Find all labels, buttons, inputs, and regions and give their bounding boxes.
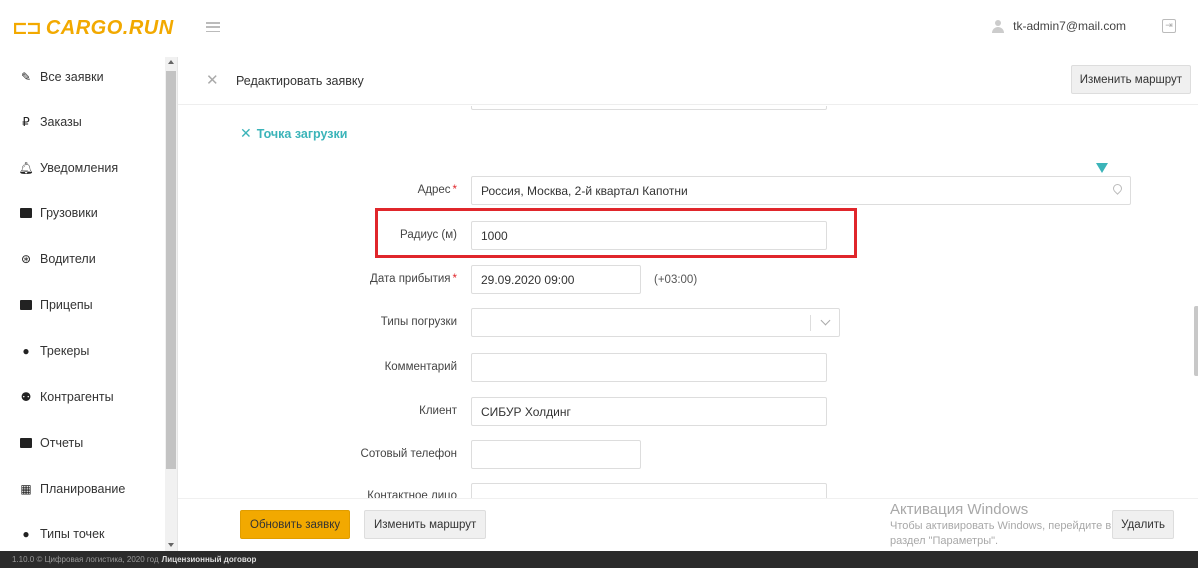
sidebar-item-all-requests[interactable]: ✎ Все заявки bbox=[18, 67, 104, 87]
edit-request-panel: ✕ Редактировать заявку Изменить маршрут … bbox=[177, 57, 1198, 551]
loading-point-section-toggle[interactable]: ✕ Точка загрузки bbox=[240, 125, 347, 142]
select-separator bbox=[810, 315, 811, 331]
arrival-date-input[interactable]: 29.09.2020 09:00 bbox=[471, 265, 641, 294]
user-email: tk-admin7@mail.com bbox=[1013, 19, 1126, 33]
sidebar-item-label: Грузовики bbox=[40, 206, 98, 220]
cargo-run-logo[interactable]: ⊏⊐ CARGO.RUN bbox=[12, 16, 174, 40]
steering-wheel-icon: ⊛ bbox=[20, 252, 32, 266]
sidebar-item-reports[interactable]: Отчеты bbox=[18, 433, 83, 453]
mobile-phone-label: Сотовый телефон bbox=[360, 448, 457, 460]
required-asterisk: * bbox=[452, 184, 457, 196]
panel-footer: Обновить заявку Изменить маршрут Активац… bbox=[178, 498, 1198, 551]
client-input[interactable]: СИБУР Холдинг bbox=[471, 397, 827, 426]
arrival-date-value: 29.09.2020 09:00 bbox=[481, 272, 575, 287]
load-types-select[interactable] bbox=[471, 308, 840, 337]
delete-button[interactable]: Удалить bbox=[1112, 510, 1174, 539]
calendar-icon: ▦ bbox=[20, 482, 32, 496]
top-header: ⊏⊐ CARGO.RUN tk-admin7@mail.com ⇥ bbox=[0, 0, 1198, 57]
sidebar-item-label: Все заявки bbox=[40, 70, 104, 84]
sidebar-item-planning[interactable]: ▦ Планирование bbox=[18, 479, 125, 499]
close-icon[interactable]: ✕ bbox=[206, 73, 219, 88]
timezone-offset: (+03:00) bbox=[654, 273, 698, 286]
bottom-status-bar: 1.10.0 © Цифровая логистика, 2020 год Ли… bbox=[0, 551, 1198, 568]
close-section-icon: ✕ bbox=[240, 125, 252, 141]
change-route-button-top[interactable]: Изменить маршрут bbox=[1070, 65, 1191, 94]
logout-icon[interactable]: ⇥ bbox=[1162, 19, 1176, 33]
logo-text: CARGO.RUN bbox=[45, 16, 174, 39]
sidebar-item-label: Трекеры bbox=[40, 344, 90, 358]
user-menu[interactable]: tk-admin7@mail.com bbox=[991, 19, 1126, 33]
mobile-phone-input[interactable] bbox=[471, 440, 641, 469]
sidebar-item-label: Заказы bbox=[40, 115, 82, 129]
map-pin-icon[interactable] bbox=[1111, 182, 1124, 195]
radius-value: 1000 bbox=[481, 228, 508, 243]
contact-person-label: Контактное лицо bbox=[367, 490, 457, 498]
sidebar-item-label: Прицепы bbox=[40, 298, 93, 312]
client-label: Клиент bbox=[419, 405, 457, 417]
sidebar-item-label: Отчеты bbox=[40, 436, 84, 450]
contact-person-input[interactable] bbox=[471, 483, 827, 498]
users-icon: ⚉ bbox=[20, 390, 32, 404]
truck-icon bbox=[18, 205, 34, 221]
trailer-icon bbox=[18, 297, 34, 313]
report-icon bbox=[18, 435, 34, 451]
address-input[interactable]: Россия, Москва, 2-й квартал Капотни bbox=[471, 176, 1131, 205]
map-pin-icon: ● bbox=[22, 527, 30, 541]
sidebar-item-counterparties[interactable]: ⚉ Контрагенты bbox=[18, 387, 114, 407]
sidebar-item-drivers[interactable]: ⊛ Водители bbox=[18, 249, 96, 269]
comment-input[interactable] bbox=[471, 353, 827, 382]
sidebar-item-orders[interactable]: ₽ Заказы bbox=[18, 112, 82, 132]
scroll-down-icon[interactable] bbox=[168, 543, 174, 547]
chevron-down-icon[interactable] bbox=[820, 315, 831, 326]
radius-input[interactable]: 1000 bbox=[471, 221, 827, 250]
sidebar-item-point-types[interactable]: ● Типы точек bbox=[18, 524, 105, 544]
sidebar-item-notifications[interactable]: 🔔︎ Уведомления bbox=[18, 158, 118, 178]
sidebar-item-label: Типы точек bbox=[40, 527, 105, 541]
version-text: 1.10.0 © Цифровая логистика, 2020 год bbox=[12, 555, 159, 564]
sidebar-scrollbar-thumb[interactable] bbox=[166, 71, 176, 469]
sidebar-item-trackers[interactable]: ● Трекеры bbox=[18, 341, 89, 361]
load-types-label: Типы погрузки bbox=[380, 316, 457, 328]
bell-icon: 🔔︎ bbox=[18, 161, 34, 175]
map-pin-icon: ● bbox=[22, 344, 30, 358]
sidebar-item-trucks[interactable]: Грузовики bbox=[18, 203, 98, 223]
ruble-icon: ₽ bbox=[22, 115, 30, 129]
form-scrollbar-thumb[interactable] bbox=[1194, 306, 1198, 376]
address-label: Адрес * bbox=[417, 184, 457, 196]
partial-input-field[interactable] bbox=[471, 106, 827, 110]
required-asterisk: * bbox=[452, 273, 457, 285]
logo-mark-icon: ⊏⊐ bbox=[12, 17, 42, 39]
sidebar-item-label: Водители bbox=[40, 252, 96, 266]
address-value: Россия, Москва, 2-й квартал Капотни bbox=[481, 183, 688, 198]
pencil-square-icon: ✎ bbox=[20, 70, 32, 84]
sidebar-item-label: Уведомления bbox=[40, 161, 119, 175]
form-scroll-area[interactable]: ✕ Точка загрузки Адрес * Россия, Москва, … bbox=[178, 106, 1198, 498]
sidebar: ✎ Все заявки ₽ Заказы 🔔︎ Уведомления Гру… bbox=[0, 57, 177, 551]
scroll-up-icon[interactable] bbox=[168, 60, 174, 64]
comment-label: Комментарий bbox=[384, 361, 457, 373]
license-link[interactable]: Лицензионный договор bbox=[162, 555, 257, 564]
menu-toggle-icon[interactable] bbox=[206, 20, 220, 34]
sidebar-item-label: Планирование bbox=[40, 482, 126, 496]
change-route-button[interactable]: Изменить маршрут bbox=[364, 510, 487, 539]
radius-label: Радиус (м) bbox=[400, 229, 457, 241]
sidebar-item-trailers[interactable]: Прицепы bbox=[18, 295, 93, 315]
sidebar-item-label: Контрагенты bbox=[40, 390, 114, 404]
panel-title: Редактировать заявку bbox=[236, 74, 364, 88]
client-value: СИБУР Холдинг bbox=[481, 404, 571, 419]
user-icon bbox=[991, 19, 1005, 33]
section-title: Точка загрузки bbox=[256, 126, 348, 141]
arrival-date-label: Дата прибытия * bbox=[370, 273, 457, 285]
panel-header: ✕ Редактировать заявку Изменить маршрут bbox=[178, 57, 1198, 105]
map-marker-icon[interactable] bbox=[1096, 163, 1108, 173]
update-request-button[interactable]: Обновить заявку bbox=[240, 510, 351, 539]
